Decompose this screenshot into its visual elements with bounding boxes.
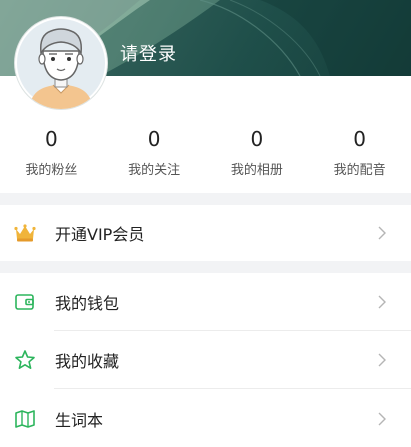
stat-fans-label: 我的粉丝 xyxy=(25,163,78,178)
stat-fans[interactable]: 0 我的粉丝 xyxy=(0,127,103,183)
menu-item-vocabulary-label: 生词本 xyxy=(55,411,104,430)
row-divider xyxy=(54,388,411,389)
menu-item-vip[interactable]: 开通VIP会员 xyxy=(0,205,411,261)
chevron-right-icon xyxy=(378,412,386,426)
stat-dubbing-count: 0 xyxy=(353,127,366,151)
wallet-icon xyxy=(13,290,37,314)
menu-item-favorites[interactable]: 我的收藏 xyxy=(0,332,411,388)
stat-album-label: 我的相册 xyxy=(230,163,283,178)
default-avatar-icon xyxy=(17,19,105,109)
chevron-right-icon xyxy=(378,353,386,367)
stat-album-count: 0 xyxy=(250,127,264,151)
avatar[interactable] xyxy=(15,17,107,109)
stat-fans-count: 0 xyxy=(45,127,58,151)
menu-item-favorites-label: 我的收藏 xyxy=(55,352,120,371)
chevron-right-icon xyxy=(378,295,386,309)
chevron-right-icon xyxy=(378,226,386,240)
stat-dubbing[interactable]: 0 我的配音 xyxy=(308,127,411,183)
crown-icon xyxy=(13,221,37,245)
book-icon xyxy=(13,407,37,431)
menu-item-vip-label: 开通VIP会员 xyxy=(55,225,145,244)
stats-bar: 0 我的粉丝 0 我的关注 0 我的相册 0 我的配音 xyxy=(0,127,411,183)
stat-following-count: 0 xyxy=(147,127,161,151)
section-separator xyxy=(0,193,411,205)
stat-dubbing-label: 我的配音 xyxy=(333,163,386,178)
section-separator xyxy=(0,261,411,273)
stat-album[interactable]: 0 我的相册 xyxy=(206,127,309,183)
stat-following[interactable]: 0 我的关注 xyxy=(103,127,206,183)
stat-following-label: 我的关注 xyxy=(128,163,181,178)
menu-item-vocabulary[interactable]: 生词本 xyxy=(0,391,411,447)
login-link[interactable]: 请登录 xyxy=(120,40,177,66)
menu-item-wallet-label: 我的钱包 xyxy=(55,294,120,313)
menu-item-wallet[interactable]: 我的钱包 xyxy=(0,274,411,330)
row-divider xyxy=(54,330,411,331)
star-icon xyxy=(13,348,37,372)
